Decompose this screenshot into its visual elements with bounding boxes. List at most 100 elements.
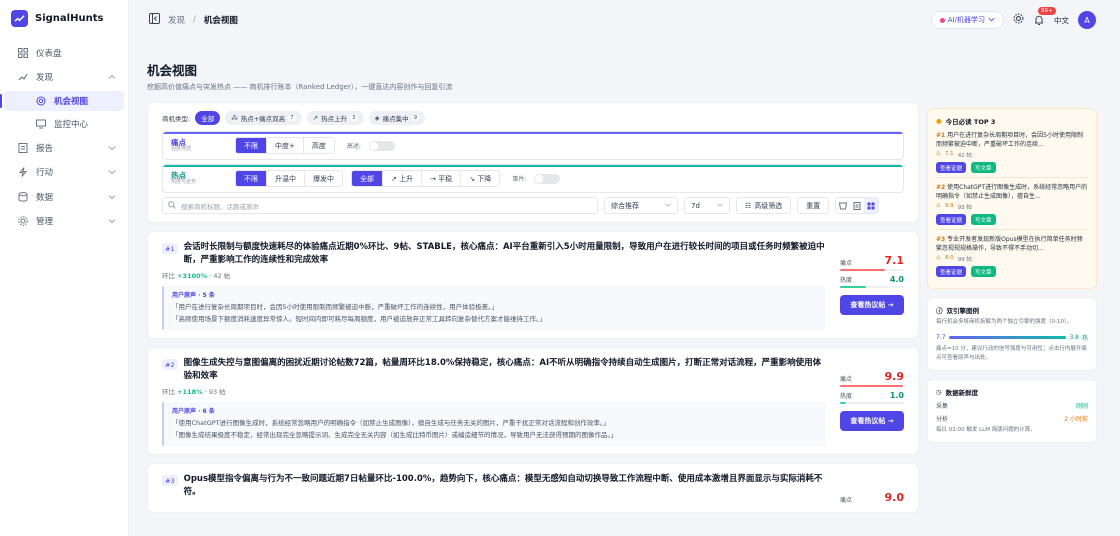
sidebar-item-actions[interactable]: 行动 — [0, 162, 128, 183]
view-evidence-button[interactable]: 查看证据 — [936, 162, 967, 173]
hot-level-bursting[interactable]: 爆发中 — [305, 171, 342, 186]
chevron-down-icon — [717, 202, 723, 210]
grid-view-icon[interactable] — [864, 198, 879, 213]
dual-right-value: 3.8 — [1069, 334, 1079, 341]
brand[interactable]: SignalHunts — [0, 8, 128, 28]
pain-level-high[interactable]: 高度 — [304, 138, 334, 153]
hot-level-segmented: 不限 升温中 爆发中 — [235, 170, 343, 187]
sort-select[interactable]: 综合推荐 — [604, 197, 678, 214]
warning-icon: ⚠ — [936, 151, 941, 157]
write-article-button[interactable]: 写文章 — [971, 162, 996, 173]
dual-track — [948, 336, 1067, 339]
rank-badge: #2 — [162, 359, 178, 370]
top3-item[interactable]: #1 用户在进行复杂长周期项目时，会因5小时使用限制而频繁被迫中断，严重破坏工作… — [936, 126, 1088, 178]
sidebar-item-reports[interactable]: 报告 — [0, 137, 128, 158]
sidebar-item-data[interactable]: 数据 — [0, 186, 128, 207]
dual-engine-legend: ⓘ 双引擎图例 每行机会多将商机拆解为两个独立引擎的强度（0-10）。 7.7 3.… — [927, 297, 1097, 371]
write-article-button[interactable]: 写文章 — [971, 214, 996, 225]
reset-button[interactable]: 重置 — [797, 197, 830, 214]
target-icon — [36, 96, 46, 106]
pain-score: 9.9 — [884, 370, 905, 383]
top3-posts: 99 帖 — [957, 257, 972, 263]
event-toggle[interactable] — [534, 173, 561, 184]
search-icon — [168, 200, 176, 211]
pain-level-medium[interactable]: 中度+ — [267, 138, 304, 153]
hot-bar-fill — [840, 286, 866, 288]
type-chip-pain-cluster[interactable]: ◈ 痛点集中 9 — [368, 111, 426, 125]
dual-scale: 7.7 3.8 热 — [936, 333, 1088, 342]
fresh-value: 2 小时前 — [1064, 416, 1088, 423]
language-switch[interactable]: 中文 — [1054, 15, 1069, 26]
type-chip-dual-high[interactable]: ⁂ 热点+痛点双高 7 — [225, 111, 302, 125]
collapse-sidebar-icon[interactable] — [149, 13, 160, 27]
hot-score: 1.0 — [889, 391, 904, 400]
search-input[interactable]: 搜索商机标题、话题或原声 — [162, 197, 598, 214]
trend-up[interactable]: ↗ 上升 — [383, 171, 423, 186]
top3-rank: #3 — [936, 236, 946, 243]
breadcrumb-parent[interactable]: 发现 — [168, 14, 185, 26]
filter-panel: 商机类型: 全部 ⁂ 热点+痛点双高 7 ↗ 热点上升 3 ◈ 痛点集中 9 痛点 强度筛选… — [147, 102, 919, 223]
chip-label: 痛点集中 — [382, 115, 409, 123]
chevron-down-icon — [108, 217, 116, 225]
view-posts-button[interactable]: 查看热议帖 → — [840, 411, 904, 431]
advanced-filter-button[interactable]: ☷ 高级筛选 — [736, 197, 792, 214]
view-toggle — [835, 197, 880, 214]
card-title[interactable]: 图像生成失控与意图偏离的困扰近期讨论帖数72篇，帖量周环比18.0%保持稳定，核… — [184, 357, 826, 383]
range-select[interactable]: 7d — [684, 197, 730, 214]
sidebar-item-monitor[interactable]: 监控中心 — [4, 114, 124, 134]
score-panel: 痛点 9.9 热度 1.0 查看热议帖 → — [840, 357, 904, 446]
sidebar-item-label: 管理 — [36, 217, 54, 227]
top3-item[interactable]: #3 专业开发者发现新版Opus模型在执行简单任务时频繁忽视视规格操作，导致不得… — [936, 230, 1088, 281]
change-value: +118% — [177, 388, 203, 396]
sidebar-item-discover[interactable]: 发现 — [0, 67, 128, 88]
opportunity-card[interactable]: #2 图像生成失控与意图偏离的困扰近期讨论帖数72篇，帖量周环比18.0%保持稳定… — [147, 347, 919, 455]
card-title[interactable]: 会话时长限制与额度快速耗尽的体验痛点近期0%环比、9帖、STABLE，核心痛点：… — [184, 241, 826, 267]
write-article-button[interactable]: 写文章 — [971, 266, 996, 277]
sidebar-item-dashboard[interactable]: 仪表盘 — [0, 42, 128, 63]
top3-item[interactable]: #2 使用ChatGPT进行图像生成时，系统经常忽略用户的明确指令（如禁止生成图… — [936, 178, 1088, 230]
opportunity-card[interactable]: #1 会话时长限制与额度快速耗尽的体验痛点近期0%环比、9帖、STABLE，核心痛… — [147, 231, 919, 339]
sidebar: SignalHunts 仪表盘 发现 机会视图 监控中心 报告 行动 数据 管理 — [0, 0, 129, 536]
top3-text: 使用ChatGPT进行图像生成时，系统经常忽略用户的明确指令（如禁止生成图像），… — [936, 184, 1088, 200]
trend-flat[interactable]: → 平稳 — [422, 171, 462, 186]
gear-icon[interactable] — [1013, 13, 1024, 27]
view-evidence-button[interactable]: 查看证据 — [936, 214, 967, 225]
chip-label: 热点+痛点双高 — [240, 115, 286, 123]
type-chip-all[interactable]: 全部 — [195, 111, 221, 125]
range-value: 7d — [691, 201, 700, 210]
report-icon — [18, 142, 28, 153]
voices-title: 用户原声 · 6 条 — [172, 408, 215, 415]
chevron-up-icon — [108, 73, 116, 81]
pain-toggle[interactable] — [368, 140, 395, 151]
top3-text: 用户在进行复杂长周期项目时，会因5小时使用限制而频繁被迫中断，严重破坏工作的连续… — [936, 132, 1083, 148]
trend-all[interactable]: 全部 — [352, 171, 383, 186]
sidebar-item-admin[interactable]: 管理 — [0, 211, 128, 232]
hot-filter-box: 热点 热度与走势 不限 升温中 爆发中 全部 ↗ 上升 → 平稳 ↘ 下降 事件… — [162, 164, 904, 193]
trend-down[interactable]: ↘ 下降 — [461, 171, 499, 186]
search-placeholder: 搜索商机标题、话题或原声 — [181, 202, 259, 211]
pain-level-any[interactable]: 不限 — [236, 138, 267, 153]
trend-segmented: 全部 ↗ 上升 → 平稳 ↘ 下降 — [351, 170, 501, 187]
opportunity-card[interactable]: #3 Opus模型指令偏离与行为不一致问题近期7日帖量环比-100.0%，趋势向下… — [147, 463, 919, 513]
voices-title: 用户原声 · 5 条 — [172, 292, 215, 299]
view-evidence-button[interactable]: 查看证据 — [936, 266, 967, 277]
hot-level-warming[interactable]: 升温中 — [267, 171, 305, 186]
pain-filter-box: 痛点 强度筛选 不限 中度+ 高度 高述: — [162, 131, 904, 160]
hot-level-any[interactable]: 不限 — [236, 171, 267, 186]
event-toggle-label: 事件: — [512, 176, 527, 183]
top3-rank: #2 — [936, 184, 946, 191]
dual-note: 痛点=10 分，建议行动的信号强度与可用性；点击行内展开痛点可查看原声与出处。 — [936, 346, 1087, 361]
sidebar-item-label: 机会视图 — [54, 97, 89, 107]
hot-score-label: 热度 — [840, 277, 853, 284]
list-view-icon[interactable] — [836, 198, 850, 213]
table-view-icon[interactable] — [850, 198, 864, 213]
score-panel: 痛点 9.0 — [840, 473, 904, 504]
view-posts-button[interactable]: 查看热议帖 → — [840, 295, 904, 315]
notification-bell-icon[interactable]: 99+ — [1033, 7, 1056, 26]
avatar[interactable]: A — [1078, 11, 1096, 29]
sidebar-item-opportunity-view[interactable]: 机会视图 — [0, 91, 124, 111]
card-title[interactable]: Opus模型指令偏离与行为不一致问题近期7日帖量环比-100.0%，趋势向下，核… — [184, 473, 826, 499]
type-chip-rising[interactable]: ↗ 热点上升 3 — [306, 111, 364, 125]
data-freshness: ◷ 数据新鲜度 采集 刚刚 分析 2 小时前 每日 02:00 触发 LLM 简版问题… — [927, 379, 1097, 443]
topic-selector[interactable]: AI/机器学习 — [930, 11, 1004, 29]
